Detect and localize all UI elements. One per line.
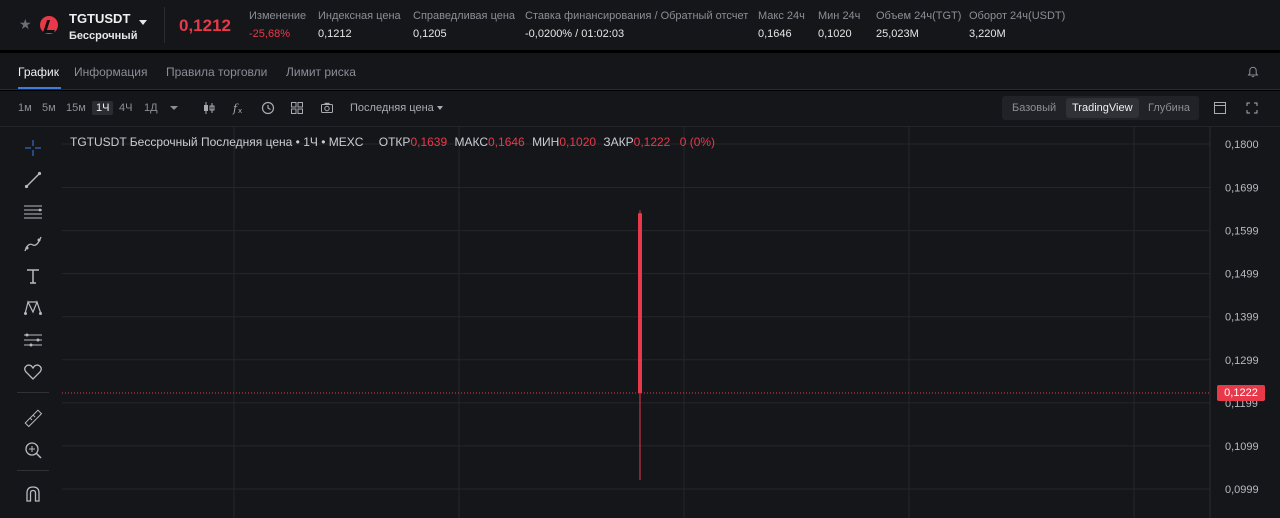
candle-type-icon[interactable] bbox=[202, 101, 216, 115]
stat-funding-rate[interactable]: Ставка финансирования / Обратный отсчет … bbox=[525, 10, 748, 40]
tools-divider bbox=[17, 392, 49, 393]
timeframe-1h[interactable]: 1Ч bbox=[92, 101, 114, 115]
symbol-name[interactable]: TGTUSDT bbox=[69, 11, 130, 26]
y-tick-label: 0,1299 bbox=[1225, 355, 1259, 367]
chart-toolbar: 1м 5м 15м 1Ч 4Ч 1Д f x Последняя цена Ба… bbox=[0, 91, 1280, 127]
current-price-tag: 0,1222 bbox=[1217, 384, 1265, 401]
timeframe-1d[interactable]: 1Д bbox=[144, 102, 158, 114]
panel-layout-icon[interactable] bbox=[1213, 101, 1227, 115]
chart-tabs: График Информация Правила торговли Лимит… bbox=[0, 53, 1280, 90]
ruler-icon[interactable] bbox=[23, 408, 43, 428]
price-source-select[interactable]: Последняя цена bbox=[350, 102, 443, 114]
pattern-icon[interactable] bbox=[23, 298, 43, 318]
view-depth[interactable]: Глубина bbox=[1148, 102, 1190, 114]
prediction-icon[interactable] bbox=[23, 330, 43, 350]
alert-clock-icon[interactable] bbox=[261, 101, 275, 115]
divider bbox=[164, 7, 165, 43]
view-basic[interactable]: Базовый bbox=[1012, 102, 1056, 114]
price-chart[interactable]: 0,1800 0,1699 0,1599 0,1499 0,1399 0,1299 0,11… bbox=[62, 127, 1280, 518]
trend-line-icon[interactable] bbox=[23, 170, 43, 190]
tab-trading-rules[interactable]: Правила торговли bbox=[166, 65, 267, 79]
timeframe-4h[interactable]: 4Ч bbox=[119, 102, 132, 114]
text-icon[interactable] bbox=[23, 266, 43, 286]
legend-open-label: ОТКР bbox=[378, 135, 411, 149]
bell-icon[interactable] bbox=[1247, 66, 1259, 78]
legend-title: TGTUSDT Бессрочный Последняя цена • 1Ч •… bbox=[70, 135, 364, 149]
tab-risk-limit[interactable]: Лимит риска bbox=[286, 65, 356, 79]
heart-icon[interactable] bbox=[23, 362, 43, 382]
indicators-icon[interactable]: f x bbox=[232, 101, 246, 115]
legend-low-label: МИН bbox=[532, 135, 560, 149]
timeframe-15m[interactable]: 15м bbox=[66, 102, 86, 114]
chart-view-switcher: Базовый TradingView Глубина bbox=[1002, 96, 1199, 120]
y-tick-label: 0,1399 bbox=[1225, 312, 1259, 324]
legend-high-label: МАКС bbox=[454, 135, 489, 149]
symbol-dropdown-icon[interactable] bbox=[139, 20, 147, 25]
contract-type: Бессрочный bbox=[69, 30, 138, 42]
ticker-bar: ★ TGTUSDT Бессрочный 0,1212 Изменение -2… bbox=[0, 0, 1280, 50]
y-tick-label: 0,0999 bbox=[1225, 484, 1259, 496]
stat-low-24h: Мин 24ч 0,1020 bbox=[818, 10, 861, 40]
more-timeframes-icon[interactable] bbox=[167, 101, 181, 115]
view-tradingview[interactable]: TradingView bbox=[1066, 98, 1139, 118]
timeframe-5m[interactable]: 5м bbox=[42, 102, 56, 114]
y-tick-label: 0,1599 bbox=[1225, 226, 1259, 238]
last-price: 0,1212 bbox=[179, 16, 231, 35]
legend-change: 0 (0%) bbox=[679, 135, 716, 149]
timeframe-1m[interactable]: 1м bbox=[18, 102, 32, 114]
layout-grid-icon[interactable] bbox=[290, 101, 304, 115]
legend-close: 0,1222 bbox=[633, 135, 671, 149]
chevron-down-icon bbox=[436, 106, 443, 111]
stat-index-price: Индексная цена 0,1212 bbox=[318, 10, 401, 40]
legend-close-label: ЗАКР bbox=[603, 135, 634, 149]
svg-text:x: x bbox=[238, 107, 242, 115]
zoom-in-icon[interactable] bbox=[23, 440, 43, 460]
stat-change: Изменение -25,68% bbox=[249, 10, 307, 40]
legend-high: 0,1646 bbox=[488, 135, 525, 149]
legend-open: 0,1639 bbox=[410, 135, 448, 149]
tools-divider bbox=[17, 470, 49, 471]
y-tick-label: 0,1499 bbox=[1225, 269, 1259, 281]
crosshair-icon[interactable] bbox=[23, 138, 43, 158]
price-axis[interactable]: 0,18000,16990,15990,14990,13990,12990,11… bbox=[1225, 139, 1259, 496]
stat-volume-24h: Объем 24ч(TGT) 25,023M bbox=[876, 10, 962, 40]
chart-canvas[interactable]: 0,18000,16990,15990,14990,13990,12990,11… bbox=[62, 127, 1280, 518]
active-tab-indicator bbox=[18, 87, 61, 89]
brush-icon[interactable] bbox=[23, 234, 43, 254]
chart-legend: TGTUSDT Бессрочный Последняя цена • 1Ч •… bbox=[70, 135, 715, 149]
favorite-star-icon[interactable]: ★ bbox=[19, 17, 32, 31]
stat-fair-price: Справедливая цена 0,1205 bbox=[413, 10, 516, 40]
fullscreen-icon[interactable] bbox=[1245, 101, 1259, 115]
legend-low: 0,1020 bbox=[559, 135, 597, 149]
y-tick-label: 0,1800 bbox=[1225, 139, 1259, 151]
y-tick-label: 0,1099 bbox=[1225, 441, 1259, 453]
coin-logo-icon bbox=[40, 16, 58, 34]
tab-info[interactable]: Информация bbox=[74, 65, 147, 79]
drawing-tools bbox=[0, 127, 62, 518]
stat-high-24h: Макс 24ч 0,1646 bbox=[758, 10, 805, 40]
stat-turnover-24h: Оборот 24ч(USDT) 3,220M bbox=[969, 10, 1066, 40]
camera-icon[interactable] bbox=[320, 101, 334, 115]
magnet-icon[interactable] bbox=[23, 484, 43, 504]
fib-lines-icon[interactable] bbox=[23, 202, 43, 222]
y-tick-label: 0,1699 bbox=[1225, 183, 1259, 195]
price-source-label: Последняя цена bbox=[350, 102, 434, 114]
chart-grid bbox=[62, 127, 1211, 518]
tab-chart[interactable]: График bbox=[18, 65, 59, 79]
candle-body bbox=[638, 213, 642, 393]
